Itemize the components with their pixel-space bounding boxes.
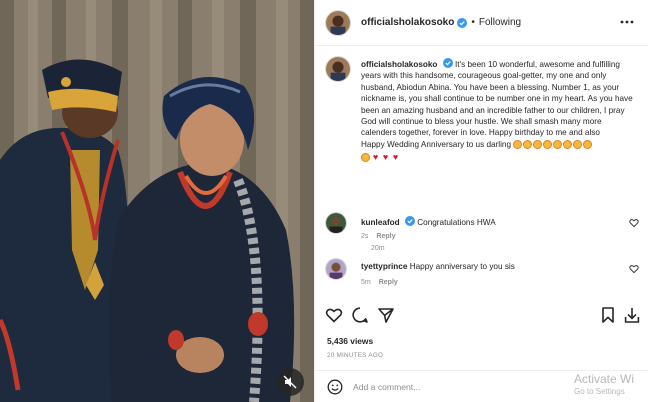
comment-line: tyettyprince Happy anniversary to you si…: [361, 262, 515, 271]
post-sidebar: officialsholakosoko • Following official…: [314, 0, 648, 402]
muted-speaker-icon: [283, 375, 297, 389]
face-emoji: [533, 140, 543, 150]
face-emoji: [573, 140, 583, 150]
emoji-icon[interactable]: [327, 379, 343, 395]
windows-activation-watermark: Activate Wi Go to Settings: [574, 372, 634, 396]
avatar[interactable]: [325, 9, 351, 36]
action-bar: [315, 300, 648, 330]
caption-text: It's been 10 wonderful, awesome and fulf…: [361, 60, 633, 138]
comment-item: tyettyprince Happy anniversary to you si…: [325, 258, 643, 292]
heart-emoji: ♥: [372, 151, 379, 162]
caption-body: officialsholakosoko It's been 10 wonderf…: [361, 58, 637, 163]
face-emoji: [513, 140, 523, 150]
separator-dot: •: [471, 17, 475, 28]
comment-text: Congratulations HWA: [417, 218, 496, 227]
face-emoji: [563, 140, 573, 150]
caption-username[interactable]: officialsholakosoko: [361, 60, 437, 69]
face-emoji: [523, 140, 533, 150]
comment-meta: 5m Reply: [361, 279, 398, 286]
caption-timestamp: 20m: [371, 245, 385, 252]
instagram-post: officialsholakosoko • Following official…: [0, 0, 648, 402]
comment-line: kunleafod Congratulations HWA: [361, 216, 496, 227]
verified-badge-icon: [404, 216, 415, 226]
post-timestamp: 20 MINUTES AGO: [327, 352, 384, 359]
download-icon[interactable]: [623, 306, 641, 324]
mute-button[interactable]: [276, 368, 304, 396]
face-emoji: [553, 140, 563, 150]
heart-emoji: ♥: [382, 151, 389, 162]
comment-item: kunleafod Congratulations HWA 2s Reply: [325, 212, 643, 246]
emoji-row: ♥ ♥ ♥: [361, 151, 637, 162]
comment-icon[interactable]: [351, 306, 369, 324]
comment-text: Happy anniversary to you sis: [409, 262, 515, 271]
more-options-icon[interactable]: [619, 16, 635, 28]
bookmark-icon[interactable]: [599, 306, 617, 324]
post-author-username[interactable]: officialsholakosoko: [361, 17, 454, 28]
comment-time: 5m: [361, 279, 371, 286]
caption-last-line: Happy Wedding Anniversary to us darling: [361, 139, 512, 149]
share-icon[interactable]: [377, 306, 395, 324]
avatar[interactable]: [325, 56, 351, 82]
face-emoji: [361, 152, 370, 162]
heart-icon[interactable]: [629, 218, 639, 228]
comment-meta: 2s Reply: [361, 233, 395, 240]
comment-username[interactable]: kunleafod: [361, 218, 400, 227]
heart-icon[interactable]: [325, 306, 343, 324]
reply-button[interactable]: Reply: [379, 279, 398, 286]
avatar[interactable]: [325, 258, 347, 280]
verified-badge-icon: [457, 17, 468, 28]
post-video[interactable]: [0, 0, 314, 402]
following-button[interactable]: Following: [479, 17, 521, 28]
face-emoji: [543, 140, 553, 150]
verified-badge-icon: [442, 58, 453, 68]
face-emoji: [583, 140, 593, 150]
couple-photo: [0, 0, 314, 402]
comment-time: 2s: [361, 233, 369, 240]
view-count[interactable]: 5,436 views: [327, 336, 373, 346]
watermark-line-1: Activate Wi: [574, 372, 635, 386]
comment-input[interactable]: [353, 378, 553, 396]
post-header: officialsholakosoko • Following: [315, 0, 648, 46]
heart-emoji: ♥: [392, 151, 399, 162]
watermark-line-2: Go to Settings: [574, 387, 625, 396]
reply-button[interactable]: Reply: [376, 233, 395, 240]
emoji-group: [513, 140, 593, 150]
avatar[interactable]: [325, 212, 347, 234]
comment-username[interactable]: tyettyprince: [361, 262, 407, 271]
heart-icon[interactable]: [629, 264, 639, 274]
